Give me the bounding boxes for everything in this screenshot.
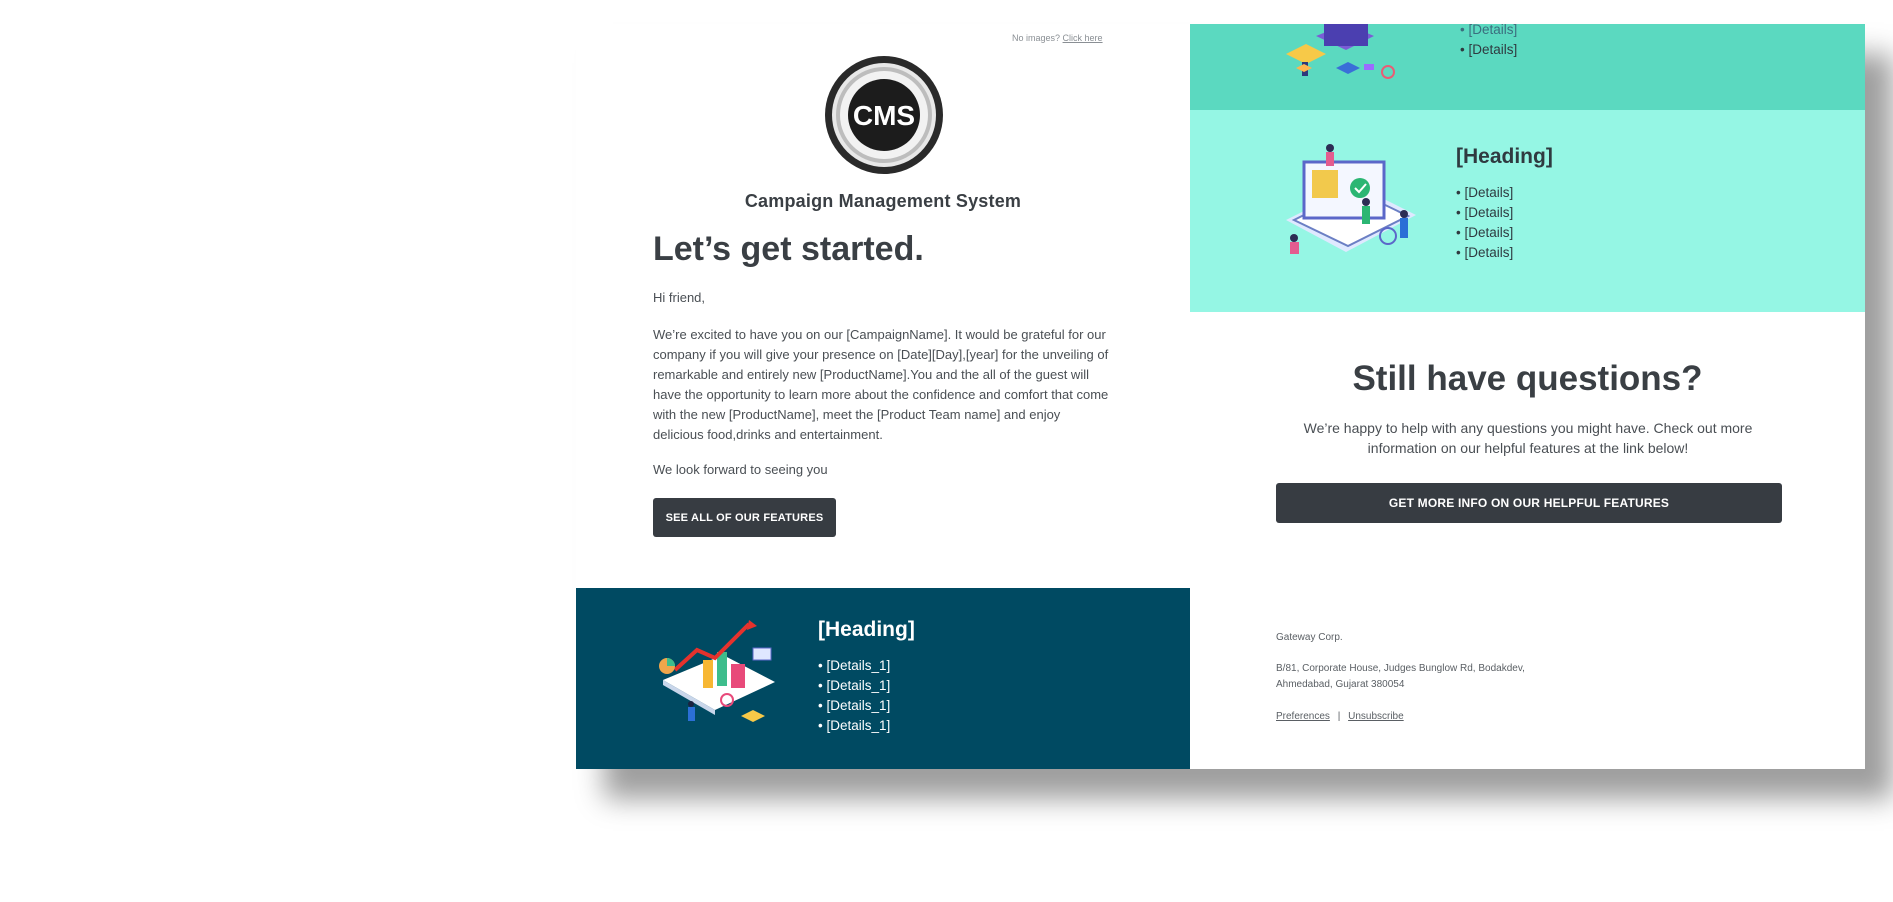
more-info-button[interactable]: GET MORE INFO ON OUR HELPFUL FEATURES [1276,483,1782,523]
list-item: [Details_1] [818,716,890,736]
brand-name: Campaign Management System [744,191,1022,211]
teal-block-heading: [Heading] [1456,145,1553,168]
see-features-button[interactable]: SEE ALL OF OUR FEATURES [653,498,836,537]
list-item: [Details] [1456,183,1513,203]
navy-block-list: [Details_1] [Details_1] [Details_1] [Det… [818,656,890,736]
intro-paragraph: We’re excited to have you on our [Campai… [653,327,1109,442]
address-line: Ahmedabad, Gujarat 380054 [1276,679,1405,690]
navy-feature-block: [Heading] [Details_1] [Details_1] [Detai… [576,588,1190,769]
closing-text: We look forward to seeing you [653,462,828,477]
no-images-notice: No images? Click here [1012,33,1103,43]
teal-feature-block: [Heading] [Details] [Details] [Details] … [1190,110,1865,312]
list-item: [Details] [1456,223,1513,243]
page-title: Let’s get started. [653,230,924,268]
teal-top-block: [Details] [Details] [1190,22,1865,110]
isometric-computer-illustration [1276,140,1426,275]
list-item: [Details_1] [818,676,890,696]
cms-logo-icon: CMS [823,54,945,176]
navy-block-heading: [Heading] [818,618,915,641]
logo-text: CMS [853,100,915,131]
list-item: [Details] [1456,203,1513,223]
teal-block-list: [Details] [Details] [Details] [Details] [1456,183,1513,263]
address-line: B/81, Corporate House, Judges Bunglow Rd… [1276,663,1525,674]
greeting-text: Hi friend, [653,290,706,305]
footer-company: Gateway Corp. [1276,632,1343,643]
questions-body: We’re happy to help with any questions y… [1303,420,1753,456]
teal-top-list: [Details] [Details] [1460,20,1517,60]
no-images-label: No images? [1012,33,1061,43]
isometric-buildings-illustration [1276,24,1404,88]
footer-links: Preferences | Unsubscribe [1276,709,1404,725]
preferences-link[interactable]: Preferences [1276,711,1330,722]
click-here-link[interactable]: Click here [1063,33,1103,43]
list-item: [Details] [1460,20,1517,40]
list-item: [Details] [1460,40,1517,60]
questions-title: Still have questions? [1352,359,1703,398]
list-item: [Details] [1456,243,1513,263]
list-item: [Details_1] [818,696,890,716]
footer-address: B/81, Corporate House, Judges Bunglow Rd… [1276,661,1525,693]
isometric-chart-illustration [653,620,778,735]
unsubscribe-link[interactable]: Unsubscribe [1348,711,1404,722]
list-item: [Details_1] [818,656,890,676]
link-separator: | [1337,711,1341,722]
